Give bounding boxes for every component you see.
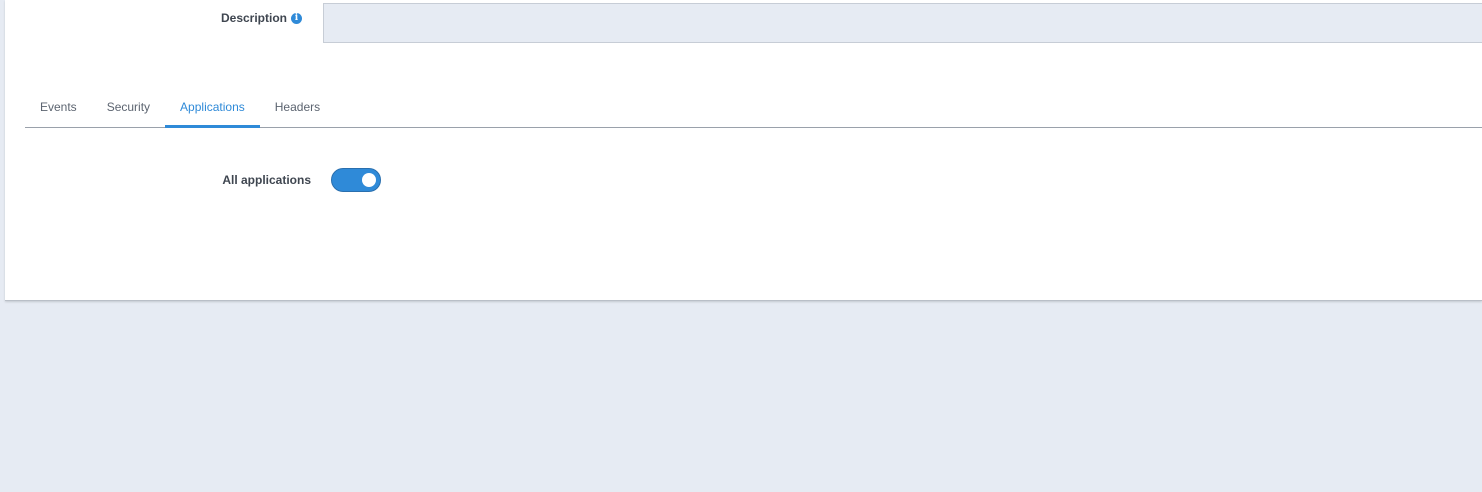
description-label: Description i (221, 11, 302, 25)
webhook-form-card: Description i Events Security Applicatio… (5, 0, 1482, 301)
all-applications-row: All applications (5, 168, 405, 192)
tab-label: Headers (274, 99, 321, 114)
info-icon[interactable]: i (291, 12, 302, 24)
toggle-knob (362, 173, 376, 187)
tab-security[interactable]: Security (92, 86, 165, 127)
tab-bar: Events Security Applications Headers (25, 86, 1482, 128)
all-applications-label: All applications (222, 173, 311, 187)
description-label-text: Description (220, 11, 287, 25)
all-applications-toggle[interactable] (331, 168, 381, 192)
tab-label: Events (40, 99, 77, 114)
tab-events[interactable]: Events (25, 86, 92, 127)
tab-headers[interactable]: Headers (260, 86, 335, 127)
description-input[interactable] (323, 3, 1482, 43)
tab-label: Applications (180, 99, 245, 114)
tab-label: Security (106, 99, 151, 114)
tab-applications[interactable]: Applications (165, 86, 260, 128)
